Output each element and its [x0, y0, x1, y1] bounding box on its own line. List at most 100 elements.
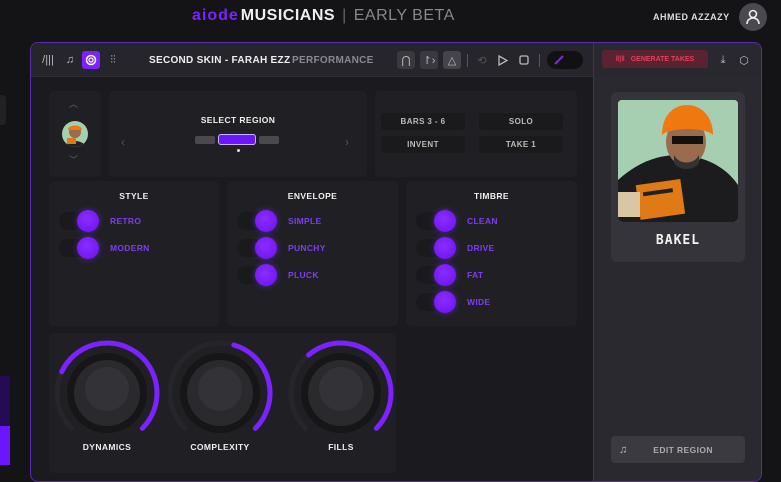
mode-label: PERFORMANCE	[292, 55, 374, 66]
type-chip[interactable]: INVENT	[381, 136, 465, 153]
toggle-drive[interactable]: DRIVE	[416, 239, 494, 257]
divider: |	[342, 7, 347, 25]
mixer-icon[interactable]: ⫶⫶	[104, 51, 122, 69]
toggle-clean[interactable]: CLEAN	[416, 212, 498, 230]
envelope-title: ENVELOPE	[227, 191, 398, 201]
chevron-up-icon[interactable]: ︿	[69, 97, 78, 110]
toggle-switch[interactable]	[237, 212, 277, 230]
tracks-icon[interactable]: /|||	[39, 51, 57, 69]
knob-fills[interactable]	[281, 333, 401, 445]
knob-label: FILLS	[291, 442, 391, 452]
musician-card[interactable]: BAKEL	[611, 92, 745, 262]
app-name: MUSICIANS	[241, 7, 335, 25]
user-name: AHMED AZZAZY	[653, 12, 730, 22]
toggle-switch[interactable]	[416, 293, 456, 311]
musician-name-logo: BAKEL	[611, 233, 745, 248]
metronome-icon[interactable]: △	[443, 51, 461, 69]
track-region[interactable]	[0, 376, 10, 426]
region-selector: SELECT REGION ‹ ›	[109, 91, 367, 177]
musician-window: /||| ♫ ⫶⫶ SECOND SKIN - FARAH EZZ PERFOR…	[30, 42, 762, 482]
role-chip[interactable]: SOLO	[479, 113, 563, 130]
knobs-panel: DYNAMICSCOMPLEXITYFILLS	[49, 333, 396, 473]
timbre-panel: TIMBRE CLEAN DRIVE FAT WIDE	[406, 181, 577, 326]
count-in-icon[interactable]: ↾›	[420, 51, 438, 69]
toggle-knob	[434, 237, 456, 259]
chevron-left-icon[interactable]: ‹	[121, 135, 125, 149]
toggle-knob	[255, 210, 277, 232]
toggle-switch[interactable]	[416, 212, 456, 230]
right-toolbar: ‖|‖GENERATE TAKES ⤓ ⬡	[593, 43, 762, 77]
toggle-knob	[77, 237, 99, 259]
region-title: SELECT REGION	[109, 115, 367, 125]
knob-dynamics[interactable]	[47, 333, 167, 445]
toggle-retro[interactable]: RETRO	[59, 212, 141, 230]
region-block[interactable]	[195, 136, 215, 144]
timbre-title: TIMBRE	[406, 191, 577, 201]
brand-logo: aiode	[192, 7, 239, 25]
take-info: BARS 3 - 6 SOLO INVENT TAKE 1	[375, 91, 577, 177]
magnet-icon[interactable]: ⋂	[397, 51, 415, 69]
toggle-label: MODERN	[110, 243, 150, 253]
toggle-label: CLEAN	[467, 216, 498, 226]
knob-cap	[319, 367, 363, 411]
region-block-selected[interactable]	[218, 134, 256, 145]
edition-label: EARLY BETA	[354, 7, 455, 25]
knob-label: DYNAMICS	[57, 442, 157, 452]
edit-region-button[interactable]: ♫ EDIT REGION	[611, 436, 745, 463]
toggle-label: FAT	[467, 270, 483, 280]
play-icon[interactable]	[494, 51, 512, 69]
user-avatar-button[interactable]	[739, 3, 767, 31]
take-chip[interactable]: TAKE 1	[479, 136, 563, 153]
toggle-fat[interactable]: FAT	[416, 266, 483, 284]
loop-icon[interactable]: ⟲	[473, 51, 491, 69]
stop-icon[interactable]	[515, 51, 533, 69]
settings-icon[interactable]: ⬡	[735, 51, 753, 69]
app-logo: aiodeMUSICIANS | EARLY BETA	[192, 7, 455, 25]
knob-cap	[198, 367, 242, 411]
musician-selector: ︿ ﹀	[49, 91, 101, 177]
user-icon	[745, 9, 761, 25]
toggle-knob	[434, 210, 456, 232]
song-title: SECOND SKIN - FARAH EZZ	[149, 55, 290, 66]
score-icon[interactable]: ♫	[61, 51, 79, 69]
toggle-label: SIMPLE	[288, 216, 321, 226]
toggle-label: WIDE	[467, 297, 490, 307]
performance-icon[interactable]	[82, 51, 100, 69]
toggle-switch[interactable]	[59, 212, 99, 230]
chevron-down-icon[interactable]: ﹀	[69, 153, 78, 166]
generate-takes-button[interactable]: ‖|‖GENERATE TAKES	[602, 50, 708, 68]
toggle-wide[interactable]: WIDE	[416, 293, 490, 311]
download-icon[interactable]: ⤓	[714, 51, 732, 69]
toggle-knob	[434, 291, 456, 313]
toggle-simple[interactable]: SIMPLE	[237, 212, 321, 230]
side-tab[interactable]	[0, 95, 6, 125]
chevron-right-icon[interactable]: ›	[345, 135, 349, 149]
toggle-knob	[255, 264, 277, 286]
musician-avatar[interactable]	[62, 121, 88, 147]
toggle-label: RETRO	[110, 216, 141, 226]
region-indicator	[237, 149, 240, 152]
toggle-knob	[434, 264, 456, 286]
toggle-pluck[interactable]: PLUCK	[237, 266, 319, 284]
toggle-label: PUNCHY	[288, 243, 326, 253]
track-region-active[interactable]	[0, 426, 10, 465]
toggle-label: PLUCK	[288, 270, 319, 280]
region-block[interactable]	[259, 136, 279, 144]
toggle-switch[interactable]	[59, 239, 99, 257]
musician-panel: BAKEL ♫ EDIT REGION	[593, 77, 762, 482]
style-panel: STYLE RETROMODERN	[49, 181, 219, 326]
toggle-punchy[interactable]: PUNCHY	[237, 239, 326, 257]
edit-region-label: EDIT REGION	[653, 445, 713, 455]
knob-cap	[85, 367, 129, 411]
musician-photo	[618, 100, 738, 222]
knob-complexity[interactable]	[160, 333, 280, 445]
toggle-switch[interactable]	[416, 239, 456, 257]
envelope-panel: ENVELOPE SIMPLE PUNCHY PLUCK	[227, 181, 398, 326]
toggle-switch[interactable]	[416, 266, 456, 284]
toggle-label: DRIVE	[467, 243, 494, 253]
toggle-modern[interactable]: MODERN	[59, 239, 150, 257]
generate-label: GENERATE TAKES	[631, 56, 695, 63]
toggle-switch[interactable]	[237, 266, 277, 284]
toggle-switch[interactable]	[237, 239, 277, 257]
record-toggle[interactable]	[547, 51, 583, 69]
